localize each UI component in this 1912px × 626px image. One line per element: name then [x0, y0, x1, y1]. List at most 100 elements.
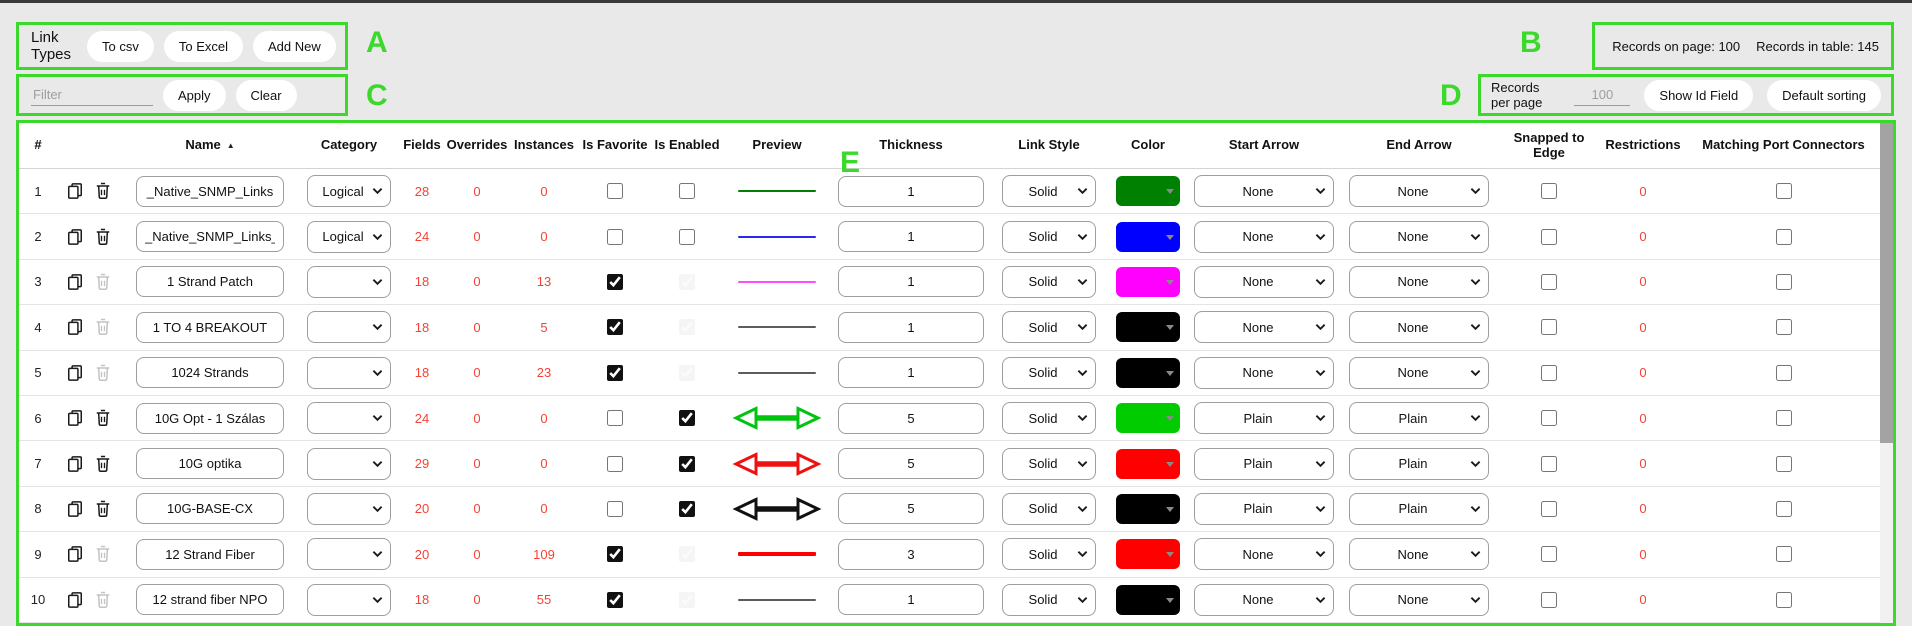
end-arrow-select[interactable]: None: [1350, 267, 1488, 297]
column-header-color[interactable]: Color: [1107, 138, 1189, 153]
thickness-input[interactable]: [838, 357, 984, 388]
snapped-to-edge-checkbox[interactable]: [1541, 456, 1557, 472]
copy-button[interactable]: [65, 317, 85, 337]
end-arrow-select[interactable]: None: [1350, 222, 1488, 252]
category-select[interactable]: [308, 494, 390, 524]
is-favorite-checkbox[interactable]: [607, 410, 623, 426]
link-style-select[interactable]: Solid: [1003, 494, 1095, 524]
link-style-select[interactable]: Solid: [1003, 449, 1095, 479]
color-swatch-button[interactable]: [1116, 494, 1180, 524]
category-select[interactable]: [308, 449, 390, 479]
default-sorting-button[interactable]: Default sorting: [1767, 80, 1881, 111]
start-arrow-select[interactable]: None: [1195, 176, 1333, 206]
thickness-input[interactable]: [838, 403, 984, 434]
delete-button[interactable]: [93, 454, 113, 474]
link-style-select[interactable]: Solid: [1003, 222, 1095, 252]
is-favorite-checkbox[interactable]: [607, 319, 623, 335]
end-arrow-select[interactable]: None: [1350, 585, 1488, 615]
copy-button[interactable]: [65, 363, 85, 383]
apply-button[interactable]: Apply: [163, 80, 226, 111]
start-arrow-select[interactable]: None: [1195, 585, 1333, 615]
copy-button[interactable]: [65, 408, 85, 428]
color-swatch-button[interactable]: [1116, 176, 1180, 206]
thickness-input[interactable]: [838, 493, 984, 524]
column-header-snapped-to-edge[interactable]: Snapped to Edge: [1499, 131, 1599, 161]
name-input[interactable]: [136, 539, 284, 570]
end-arrow-select[interactable]: Plain: [1350, 449, 1488, 479]
end-arrow-select[interactable]: Plain: [1350, 403, 1488, 433]
copy-button[interactable]: [65, 590, 85, 610]
column-header-start-arrow[interactable]: Start Arrow: [1189, 138, 1339, 153]
end-arrow-select[interactable]: Plain: [1350, 494, 1488, 524]
snapped-to-edge-checkbox[interactable]: [1541, 546, 1557, 562]
end-arrow-select[interactable]: None: [1350, 176, 1488, 206]
link-style-select[interactable]: Solid: [1003, 267, 1095, 297]
show-id-field-button[interactable]: Show Id Field: [1644, 80, 1753, 111]
copy-button[interactable]: [65, 181, 85, 201]
name-input[interactable]: [136, 221, 284, 252]
matching-port-connectors-checkbox[interactable]: [1776, 365, 1792, 381]
is-favorite-checkbox[interactable]: [607, 592, 623, 608]
records-per-page-input[interactable]: [1574, 84, 1630, 106]
link-style-select[interactable]: Solid: [1003, 312, 1095, 342]
color-swatch-button[interactable]: [1116, 449, 1180, 479]
matching-port-connectors-checkbox[interactable]: [1776, 183, 1792, 199]
thickness-input[interactable]: [838, 312, 984, 343]
is-favorite-checkbox[interactable]: [607, 456, 623, 472]
matching-port-connectors-checkbox[interactable]: [1776, 274, 1792, 290]
column-header-fields[interactable]: Fields: [399, 138, 445, 153]
matching-port-connectors-checkbox[interactable]: [1776, 456, 1792, 472]
name-input[interactable]: [136, 266, 284, 297]
is-favorite-checkbox[interactable]: [607, 183, 623, 199]
color-swatch-button[interactable]: [1116, 267, 1180, 297]
name-input[interactable]: [136, 584, 284, 615]
delete-button[interactable]: [93, 181, 113, 201]
copy-button[interactable]: [65, 544, 85, 564]
copy-button[interactable]: [65, 499, 85, 519]
column-header-name[interactable]: Name▲: [121, 138, 299, 153]
is-favorite-checkbox[interactable]: [607, 501, 623, 517]
column-header-is-favorite[interactable]: Is Favorite: [579, 138, 651, 153]
thickness-input[interactable]: [838, 539, 984, 570]
end-arrow-select[interactable]: None: [1350, 312, 1488, 342]
is-favorite-checkbox[interactable]: [607, 365, 623, 381]
column-header-overrides[interactable]: Overrides: [445, 138, 509, 153]
is-favorite-checkbox[interactable]: [607, 274, 623, 290]
matching-port-connectors-checkbox[interactable]: [1776, 546, 1792, 562]
matching-port-connectors-checkbox[interactable]: [1776, 410, 1792, 426]
category-select[interactable]: [308, 585, 390, 615]
category-select[interactable]: [308, 358, 390, 388]
color-swatch-button[interactable]: [1116, 403, 1180, 433]
end-arrow-select[interactable]: None: [1350, 539, 1488, 569]
link-style-select[interactable]: Solid: [1003, 585, 1095, 615]
start-arrow-select[interactable]: None: [1195, 539, 1333, 569]
start-arrow-select[interactable]: Plain: [1195, 449, 1333, 479]
start-arrow-select[interactable]: None: [1195, 267, 1333, 297]
category-select[interactable]: [308, 539, 390, 569]
column-header-preview[interactable]: Preview: [723, 138, 831, 153]
column-header-link-style[interactable]: Link Style: [991, 138, 1107, 153]
snapped-to-edge-checkbox[interactable]: [1541, 501, 1557, 517]
snapped-to-edge-checkbox[interactable]: [1541, 183, 1557, 199]
category-select[interactable]: [308, 403, 390, 433]
column-header-restrictions[interactable]: Restrictions: [1599, 138, 1687, 153]
category-select[interactable]: [308, 267, 390, 297]
thickness-input[interactable]: [838, 221, 984, 252]
column-header-end-arrow[interactable]: End Arrow: [1339, 138, 1499, 153]
vertical-scrollbar[interactable]: [1880, 123, 1893, 623]
start-arrow-select[interactable]: None: [1195, 312, 1333, 342]
column-header-category[interactable]: Category: [299, 138, 399, 153]
snapped-to-edge-checkbox[interactable]: [1541, 410, 1557, 426]
color-swatch-button[interactable]: [1116, 222, 1180, 252]
name-input[interactable]: [136, 357, 284, 388]
to-csv-button[interactable]: To csv: [87, 31, 154, 62]
is-favorite-checkbox[interactable]: [607, 546, 623, 562]
start-arrow-select[interactable]: None: [1195, 358, 1333, 388]
category-select[interactable]: Logical: [308, 222, 390, 252]
thickness-input[interactable]: [838, 176, 984, 207]
thickness-input[interactable]: [838, 448, 984, 479]
thickness-input[interactable]: [838, 584, 984, 615]
copy-button[interactable]: [65, 454, 85, 474]
name-input[interactable]: [136, 448, 284, 479]
start-arrow-select[interactable]: Plain: [1195, 494, 1333, 524]
